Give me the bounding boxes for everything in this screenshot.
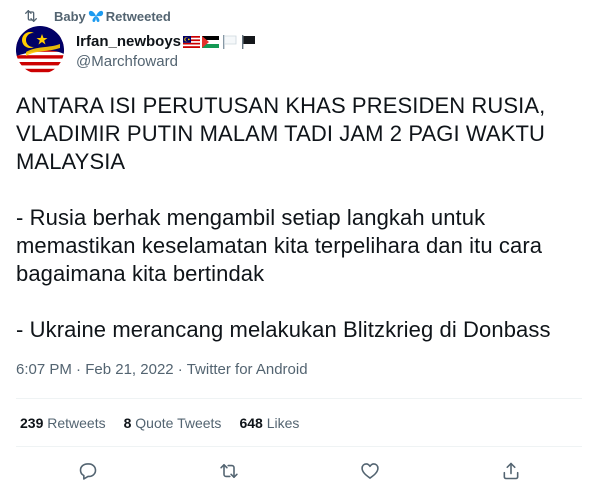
palestine-flag-icon (202, 35, 220, 48)
like-icon (360, 461, 380, 486)
like-button[interactable] (359, 462, 381, 484)
quote-tweets-count: 8 (123, 415, 132, 431)
butterfly-icon (88, 9, 104, 23)
retweets-count: 239 (20, 415, 44, 431)
white-flag-icon (221, 35, 238, 49)
likes-stat[interactable]: 648 Likes (239, 415, 299, 431)
retweets-stat[interactable]: 239 Retweets (20, 415, 106, 431)
black-flag-icon (240, 35, 257, 49)
author-display-name[interactable]: Irfan_newboys (76, 33, 181, 50)
meta-separator: · (71, 361, 86, 378)
author-display-name-row[interactable]: Irfan_newboys (76, 32, 257, 50)
share-icon (501, 461, 521, 486)
meta-separator: · (173, 361, 187, 378)
tweet-time[interactable]: 6:07 PM (16, 361, 72, 378)
retweets-label: Retweets (47, 415, 106, 431)
author-handle[interactable]: @Marchfoward (76, 53, 257, 70)
avatar[interactable] (16, 26, 64, 74)
likes-count: 648 (239, 415, 263, 431)
divider (16, 398, 582, 399)
divider (16, 446, 582, 447)
quote-tweets-stat[interactable]: 8 Quote Tweets (124, 415, 222, 431)
retweet-icon (22, 8, 40, 24)
reply-icon (78, 461, 98, 486)
tweet-stats: 239 Retweets 8 Quote Tweets 648 Likes (20, 415, 299, 431)
tweet-text: ANTARA ISI PERUTUSAN KHAS PRESIDEN RUSIA… (16, 93, 551, 342)
reply-button[interactable] (77, 462, 99, 484)
quote-tweets-label: Quote Tweets (135, 415, 222, 431)
retweet-icon (218, 461, 240, 486)
retweeter-name[interactable]: Baby (54, 9, 86, 24)
tweet-meta: 6:07 PM · Feb 21, 2022 · Twitter for And… (16, 361, 308, 378)
malaysia-flag-icon (183, 35, 201, 48)
retweeted-by-row[interactable]: Baby Retweeted (22, 7, 171, 25)
retweet-button[interactable] (218, 462, 240, 484)
action-bar (0, 462, 598, 486)
tweet-date[interactable]: Feb 21, 2022 (85, 361, 173, 378)
tweet-source[interactable]: Twitter for Android (187, 361, 308, 378)
share-button[interactable] (500, 462, 522, 484)
retweeted-label: Retweeted (105, 8, 171, 24)
likes-label: Likes (266, 415, 300, 431)
